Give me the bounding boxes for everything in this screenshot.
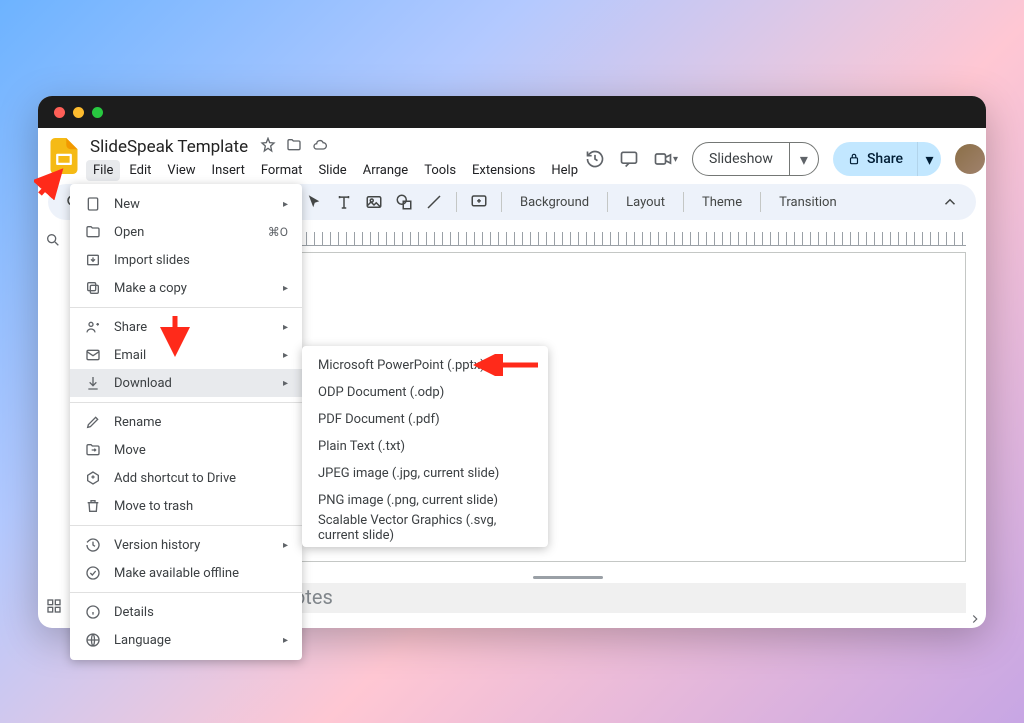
menu-new[interactable]: New▸ xyxy=(70,190,302,218)
comment-add-icon[interactable] xyxy=(467,190,491,214)
menu-move-trash[interactable]: Move to trash xyxy=(70,492,302,520)
menu-insert[interactable]: Insert xyxy=(205,160,252,181)
share-dropdown[interactable]: ▾ xyxy=(917,142,941,176)
menu-format[interactable]: Format xyxy=(254,160,310,181)
select-tool-icon[interactable] xyxy=(302,190,326,214)
line-icon[interactable] xyxy=(422,190,446,214)
menu-edit[interactable]: Edit xyxy=(122,160,158,181)
image-icon[interactable] xyxy=(362,190,386,214)
download-pdf[interactable]: PDF Document (.pdf) xyxy=(302,406,548,433)
annotation-arrow-file xyxy=(34,164,70,200)
menu-open[interactable]: Open⌘O xyxy=(70,218,302,246)
download-odp[interactable]: ODP Document (.odp) xyxy=(302,379,548,406)
menu-details[interactable]: Details xyxy=(70,598,302,626)
menu-extensions[interactable]: Extensions xyxy=(465,160,542,181)
menu-language[interactable]: Language▸ xyxy=(70,626,302,654)
menu-help[interactable]: Help xyxy=(544,160,585,181)
menu-tools[interactable]: Tools xyxy=(417,160,463,181)
history-icon[interactable] xyxy=(585,149,605,169)
menu-bar: File Edit View Insert Format Slide Arran… xyxy=(86,160,585,181)
move-folder-icon[interactable] xyxy=(286,137,302,157)
background-button[interactable]: Background xyxy=(512,191,597,214)
download-submenu: Microsoft PowerPoint (.pptx) ODP Documen… xyxy=(302,346,548,547)
collapse-toolbar-icon[interactable] xyxy=(938,190,962,214)
titlebar xyxy=(38,96,986,128)
theme-button[interactable]: Theme xyxy=(694,191,750,214)
slideshow-dropdown[interactable]: ▾ xyxy=(790,143,818,175)
slideshow-button[interactable]: Slideshow ▾ xyxy=(692,142,819,176)
annotation-arrow-pptx xyxy=(472,354,542,376)
download-png[interactable]: PNG image (.png, current slide) xyxy=(302,487,548,514)
header: SlideSpeak Template File Edit View Inser… xyxy=(38,128,986,178)
menu-file[interactable]: File xyxy=(86,160,120,181)
menu-download[interactable]: Download▸ xyxy=(70,369,302,397)
annotation-arrow-download xyxy=(160,312,190,362)
menu-version-history[interactable]: Version history▸ xyxy=(70,531,302,559)
close-window-icon[interactable] xyxy=(54,107,65,118)
minimize-window-icon[interactable] xyxy=(73,107,84,118)
notes-divider[interactable] xyxy=(533,576,603,579)
menu-move[interactable]: Move xyxy=(70,436,302,464)
grid-view-icon[interactable] xyxy=(46,598,62,618)
document-title[interactable]: SlideSpeak Template xyxy=(86,135,252,159)
search-sidebar-icon[interactable] xyxy=(45,232,61,252)
textbox-icon[interactable] xyxy=(332,190,356,214)
menu-arrange[interactable]: Arrange xyxy=(356,160,415,181)
menu-import-slides[interactable]: Import slides xyxy=(70,246,302,274)
download-svg[interactable]: Scalable Vector Graphics (.svg, current … xyxy=(302,514,548,541)
user-avatar[interactable] xyxy=(955,144,985,174)
maximize-window-icon[interactable] xyxy=(92,107,103,118)
shape-icon[interactable] xyxy=(392,190,416,214)
cloud-status-icon[interactable] xyxy=(312,137,328,157)
share-button[interactable]: Share ▾ xyxy=(833,142,941,176)
menu-rename[interactable]: Rename xyxy=(70,408,302,436)
star-icon[interactable] xyxy=(260,137,276,157)
transition-button[interactable]: Transition xyxy=(771,191,845,214)
layout-button[interactable]: Layout xyxy=(618,191,673,214)
menu-slide[interactable]: Slide xyxy=(311,160,353,181)
explore-icon[interactable] xyxy=(968,611,982,628)
file-menu-dropdown: New▸ Open⌘O Import slides Make a copy▸ S… xyxy=(70,184,302,660)
download-jpeg[interactable]: JPEG image (.jpg, current slide) xyxy=(302,460,548,487)
comment-icon[interactable] xyxy=(619,149,639,169)
menu-add-shortcut[interactable]: Add shortcut to Drive xyxy=(70,464,302,492)
menu-view[interactable]: View xyxy=(160,160,202,181)
menu-make-offline[interactable]: Make available offline xyxy=(70,559,302,587)
meet-icon[interactable]: ▾ xyxy=(653,149,678,169)
menu-make-copy[interactable]: Make a copy▸ xyxy=(70,274,302,302)
download-txt[interactable]: Plain Text (.txt) xyxy=(302,433,548,460)
